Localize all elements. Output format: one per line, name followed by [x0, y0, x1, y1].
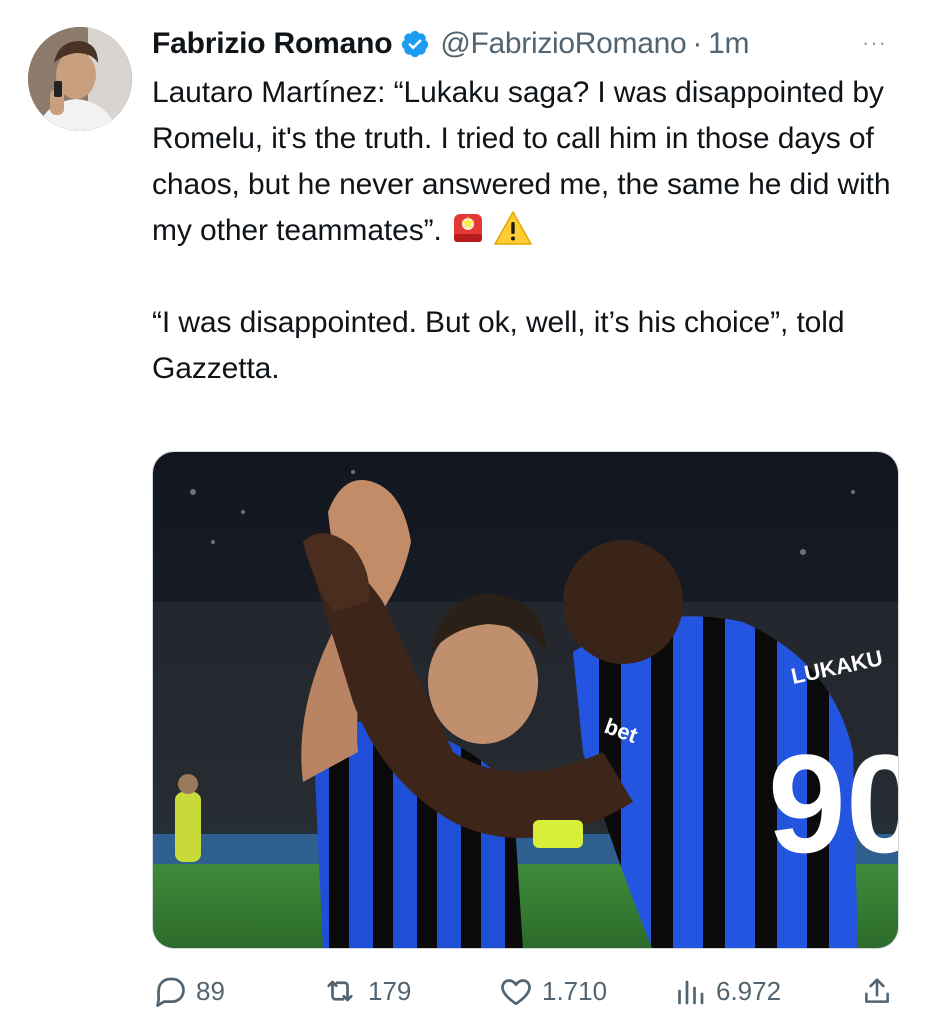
- jersey-number: 90: [768, 725, 899, 882]
- tweet-paragraph: Lautaro Martínez: “Lukaku saga? I was di…: [152, 70, 912, 254]
- tweet-photo[interactable]: LUKAKU 90 bet: [152, 451, 899, 949]
- tweet-time[interactable]: 1m: [708, 27, 749, 61]
- retweet-icon: [327, 980, 353, 1002]
- tweet: Fabrizio Romano @FabrizioRomano · 1m ···…: [0, 0, 929, 1024]
- reply-button[interactable]: 89: [152, 968, 225, 1014]
- retweet-button[interactable]: 179: [320, 968, 411, 1014]
- share-icon: [865, 978, 889, 1003]
- header-separator: ·: [692, 27, 703, 60]
- like-count: 1.710: [542, 975, 608, 1006]
- views-chart-icon: [678, 980, 704, 1005]
- avatar[interactable]: [28, 27, 132, 131]
- avatar-photo: [28, 27, 132, 131]
- reply-count: 89: [196, 975, 225, 1006]
- warning-emoji-icon: [494, 210, 532, 246]
- verified-badge-icon: [400, 29, 430, 59]
- heart-icon: [501, 979, 531, 1006]
- share-button[interactable]: [860, 968, 894, 1014]
- retweet-count: 179: [368, 975, 412, 1006]
- views-button[interactable]: 6.972: [672, 968, 781, 1014]
- views-count: 6.972: [716, 975, 782, 1006]
- tweet-paragraph: “I was disappointed. But ok, well, it’s …: [152, 306, 845, 385]
- police-light-emoji-icon: [450, 210, 486, 246]
- author-name[interactable]: Fabrizio Romano: [152, 27, 393, 61]
- tweet-text: Lautaro Martínez: “Lukaku saga? I was di…: [152, 70, 912, 392]
- reply-icon: [156, 977, 185, 1007]
- author-handle[interactable]: @FabrizioRomano: [440, 27, 686, 61]
- like-button[interactable]: 1.710: [498, 968, 607, 1014]
- tweet-header: Fabrizio Romano @FabrizioRomano · 1m: [152, 22, 749, 66]
- tweet-actions: 89 179 1.710 6.972: [152, 968, 899, 1014]
- photo-illustration: LUKAKU 90 bet: [153, 452, 899, 948]
- more-options-icon[interactable]: ···: [862, 30, 887, 56]
